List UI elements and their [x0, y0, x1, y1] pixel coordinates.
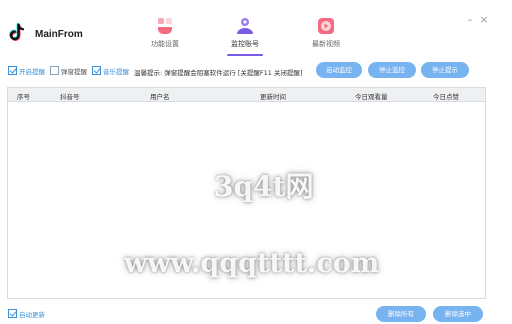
- notice-text: 温馨提示: 弹窗提醒会阻塞软件运行 [关提醒F11 关闭提醒]: [134, 69, 303, 77]
- column-header-today-views[interactable]: 今日观看量: [355, 91, 388, 101]
- stop-monitor-button[interactable]: 停止监控: [368, 62, 416, 78]
- tab-function-settings-label: 功能设置: [151, 40, 179, 48]
- enable-alert-checkbox[interactable]: 开启提醒: [8, 65, 45, 76]
- stop-alert-button[interactable]: 停止提示: [421, 62, 469, 78]
- column-header-username[interactable]: 用户名: [150, 91, 170, 101]
- column-header-douyin-id[interactable]: 抖音号: [60, 91, 80, 101]
- footer-bar: 自动更新 删除所有 删除选中: [0, 303, 512, 324]
- tiktok-logo-icon: [9, 22, 25, 41]
- table-header: 序号 抖音号 用户名 更新时间 今日观看量 今日点赞: [8, 88, 485, 102]
- tab-monitor-account[interactable]: 监控账号: [215, 16, 275, 56]
- checkbox-unchecked-icon: [50, 66, 59, 75]
- popup-alert-checkbox[interactable]: 弹窗提醒: [50, 65, 87, 76]
- column-header-index[interactable]: 序号: [17, 91, 30, 101]
- tab-monitor-account-label: 监控账号: [231, 40, 259, 48]
- tab-latest-video-label: 最新视频: [312, 40, 340, 48]
- title-bar: MainFrom 功能设置 监控账号 最新视频 – ×: [0, 0, 512, 56]
- watermark-line-2: www.qqqtttt.com: [124, 248, 380, 279]
- app-name: MainFrom: [35, 29, 83, 40]
- start-monitor-button[interactable]: 启动监控: [316, 62, 362, 78]
- function-settings-icon: [158, 18, 172, 34]
- auto-update-label: 自动更新: [19, 310, 45, 319]
- close-button[interactable]: ×: [478, 14, 490, 26]
- checkbox-checked-icon: [8, 309, 17, 318]
- monitor-account-icon: [237, 18, 253, 34]
- auto-update-checkbox[interactable]: 自动更新: [8, 308, 45, 319]
- latest-video-icon: [318, 18, 334, 34]
- checkbox-checked-icon: [92, 66, 101, 75]
- tab-function-settings[interactable]: 功能设置: [135, 16, 195, 54]
- enable-alert-label: 开启提醒: [19, 67, 45, 76]
- column-header-update-time[interactable]: 更新时间: [260, 91, 286, 101]
- popup-alert-label: 弹窗提醒: [61, 67, 87, 76]
- delete-selected-button[interactable]: 删除选中: [433, 306, 483, 322]
- tab-latest-video[interactable]: 最新视频: [296, 16, 356, 54]
- music-alert-label: 音乐提醒: [103, 67, 129, 76]
- checkbox-checked-icon: [8, 66, 17, 75]
- delete-all-button[interactable]: 删除所有: [376, 306, 426, 322]
- column-header-today-likes[interactable]: 今日点赞: [433, 91, 459, 101]
- watermark-line-1: 3q4t网: [214, 170, 314, 203]
- toolbar: 开启提醒 弹窗提醒 音乐提醒 温馨提示: 弹窗提醒会阻塞软件运行 [关提醒F11…: [0, 60, 512, 80]
- minimize-button[interactable]: –: [464, 14, 476, 26]
- music-alert-checkbox[interactable]: 音乐提醒: [92, 65, 129, 76]
